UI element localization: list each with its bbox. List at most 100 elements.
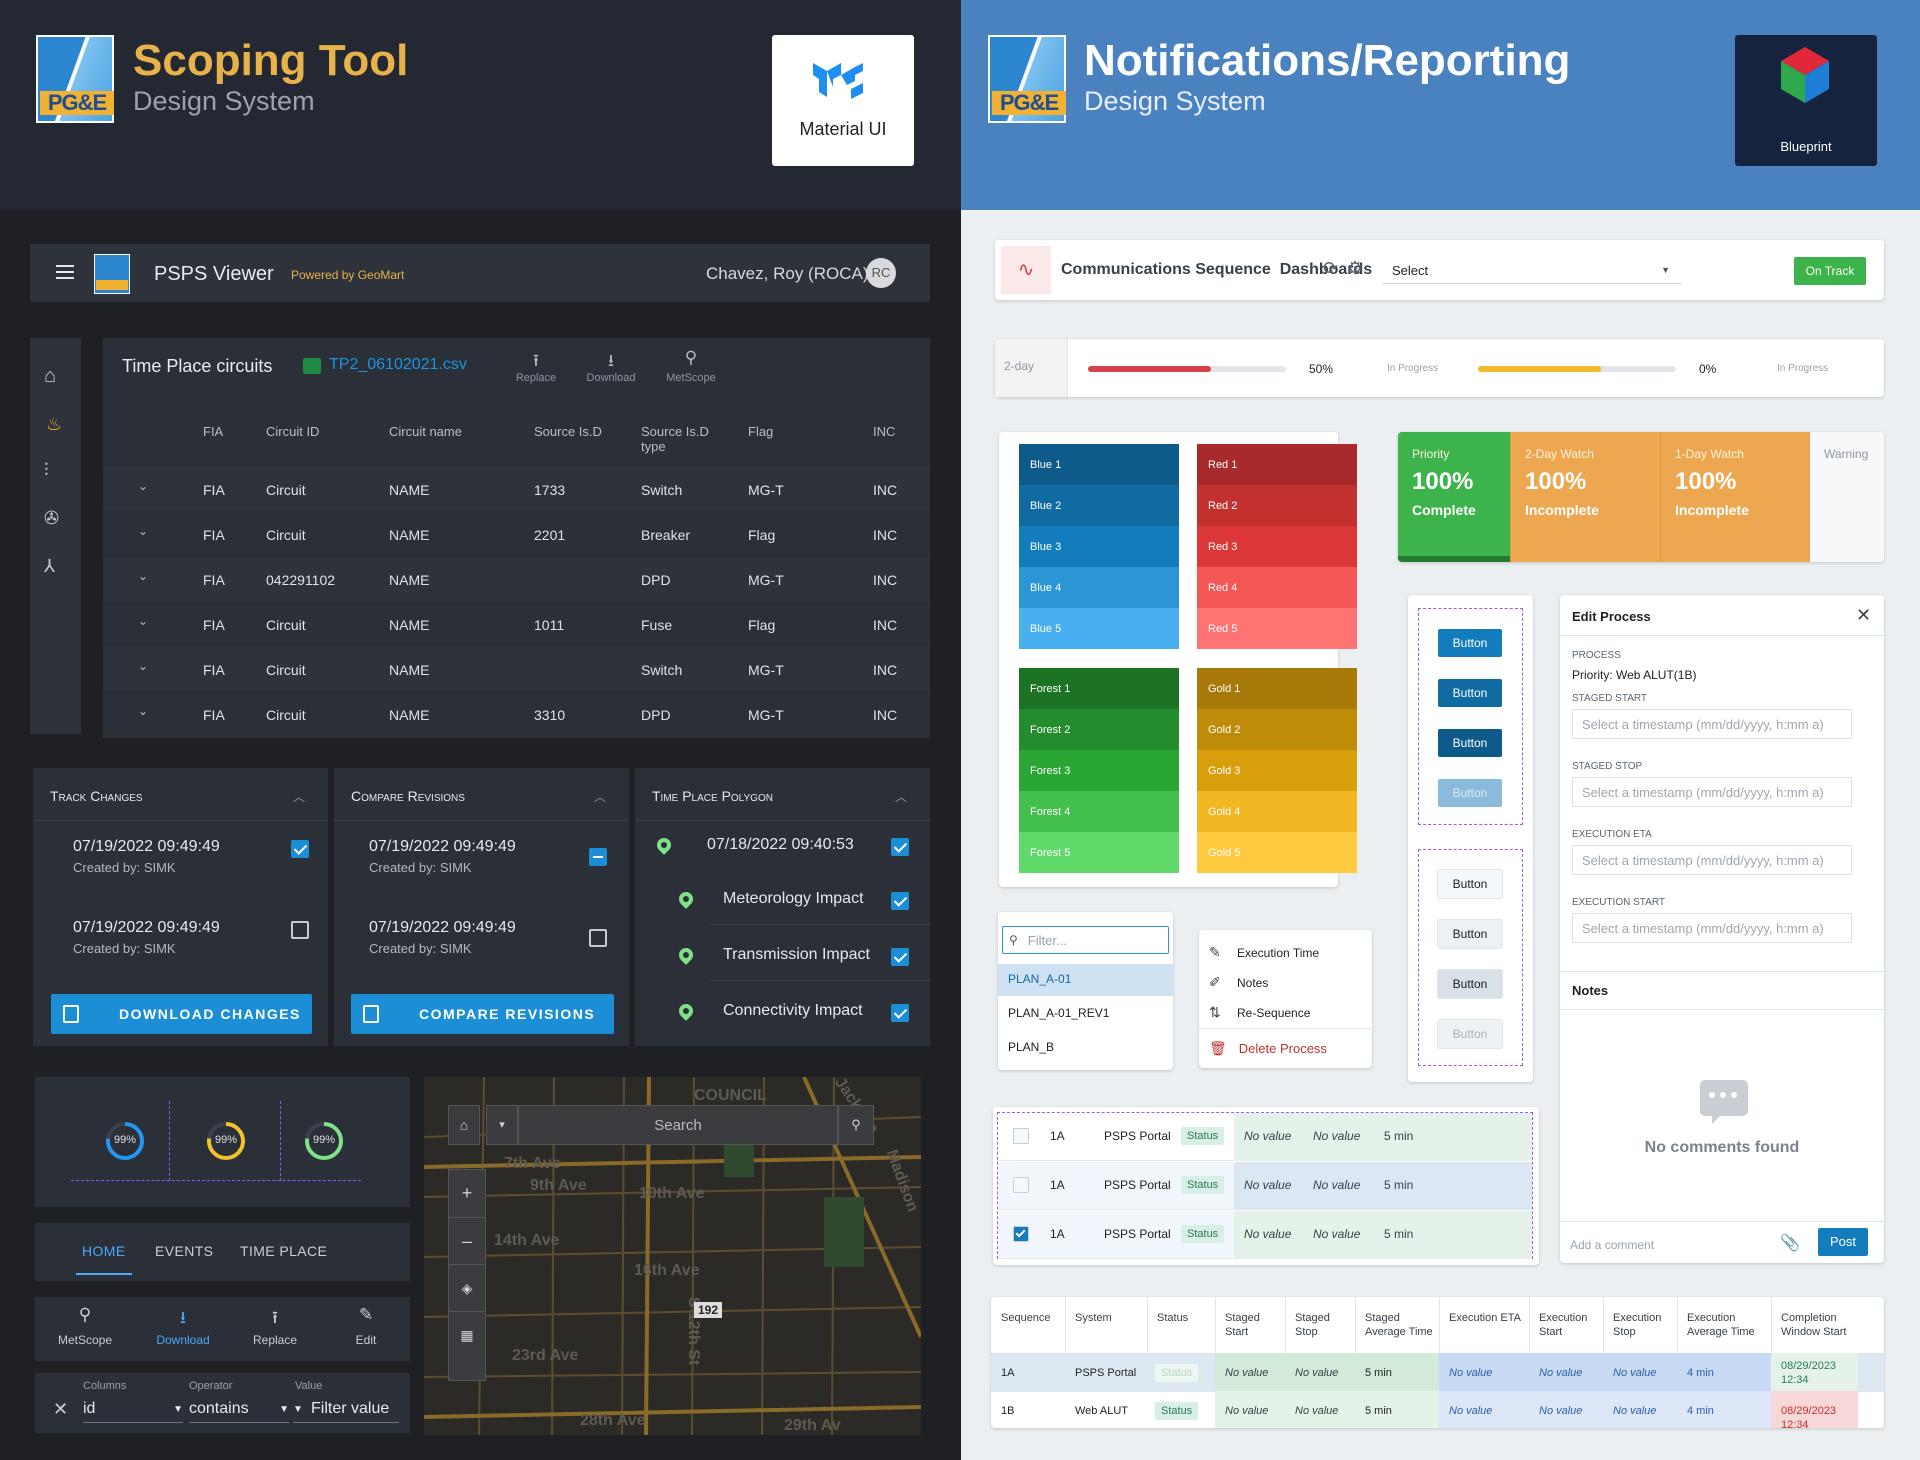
collapse-icon[interactable]: ︿: [594, 788, 606, 805]
gear-icon[interactable]: ⚙: [1347, 258, 1363, 279]
aperture-icon[interactable]: ✇: [44, 508, 59, 529]
item-checkbox[interactable]: [291, 921, 309, 939]
avatar[interactable]: RC: [866, 258, 896, 288]
action-menu-item[interactable]: ✎ Execution Time: [1209, 944, 1319, 961]
fire-icon[interactable]: ♨: [46, 414, 62, 435]
row-checkbox[interactable]: [1013, 1128, 1029, 1144]
collapse-icon[interactable]: ︿: [895, 788, 907, 805]
column-header[interactable]: Staged Start: [1225, 1311, 1281, 1339]
chevron-down-icon[interactable]: ⌄: [138, 524, 148, 538]
post-button[interactable]: Post: [1818, 1228, 1868, 1256]
edit-icon[interactable]: ✎: [336, 1305, 396, 1325]
sliders-icon[interactable]: ⫶: [44, 460, 49, 481]
compare-revisions-button[interactable]: COMPARE REVISIONS: [351, 994, 614, 1034]
column-header[interactable]: Status: [1157, 1311, 1211, 1325]
menu-icon[interactable]: [56, 265, 74, 279]
table-row[interactable]: 1A PSPS Portal Status No value No value 5 min: [998, 1211, 1532, 1259]
search-icon[interactable]: ⚲: [55, 1305, 115, 1325]
filter-input[interactable]: ⚲ Filter...: [1002, 926, 1169, 954]
table-row[interactable]: ⌄ FIA Circuit NAME 1733 Switch MG-T INC: [103, 467, 930, 511]
download-icon[interactable]: ⭳: [153, 1305, 213, 1334]
timestamp-input[interactable]: Select a timestamp (mm/dd/yyyy, h:mm a): [1572, 845, 1852, 875]
column-header[interactable]: Circuit name: [389, 424, 499, 439]
chevron-down-icon[interactable]: ⌄: [138, 704, 148, 718]
column-header[interactable]: System: [1075, 1311, 1143, 1325]
table-row[interactable]: ⌄ FIA Circuit NAME 1011 Fuse Flag INC: [103, 602, 930, 646]
tab-events[interactable]: EVENTS: [155, 1243, 213, 1259]
column-header[interactable]: Source Is.D type: [641, 424, 721, 454]
timestamp-input[interactable]: Select a timestamp (mm/dd/yyyy, h:mm a): [1572, 777, 1852, 807]
column-header[interactable]: Completion Window Start: [1781, 1311, 1854, 1339]
impact-checkbox[interactable]: [891, 892, 909, 910]
primary-button[interactable]: Button: [1438, 729, 1502, 757]
item-checkbox[interactable]: [589, 929, 607, 947]
table-row[interactable]: ⌄ FIA Circuit NAME Switch MG-T INC: [103, 647, 930, 691]
network-icon[interactable]: ⅄: [44, 556, 55, 577]
default-button[interactable]: Button: [1438, 870, 1502, 898]
paperclip-icon[interactable]: 📎: [1780, 1233, 1800, 1253]
select-dropdown[interactable]: Select ▼: [1382, 258, 1682, 284]
columns-select[interactable]: id ▼: [83, 1400, 183, 1423]
primary-button[interactable]: Button: [1438, 679, 1502, 707]
impact-checkbox[interactable]: [891, 948, 909, 966]
item-checkbox[interactable]: [291, 840, 309, 858]
file-link[interactable]: TP2_06102021.csv: [329, 356, 467, 374]
table-row[interactable]: ⌄ FIA Circuit NAME 3310 DPD MG-T INC: [103, 692, 930, 736]
value-input[interactable]: ▼ Filter value: [293, 1400, 399, 1423]
map-view[interactable]: 7th Ave 9th Ave 10th Ave 14th Ave 16th Ave 23…: [424, 1077, 921, 1435]
column-header[interactable]: Sequence: [1001, 1311, 1061, 1325]
chevron-down-icon[interactable]: ⌄: [138, 569, 148, 583]
basemap-icon[interactable]: ▦: [449, 1311, 485, 1358]
filter-menu-item[interactable]: PLAN_B: [998, 1032, 1173, 1064]
chevron-down-icon[interactable]: ⌄: [138, 479, 148, 493]
close-icon[interactable]: ✕: [1856, 605, 1871, 626]
default-button[interactable]: Button: [1438, 970, 1502, 998]
tab-time-place[interactable]: TIME PLACE: [240, 1243, 327, 1259]
default-button[interactable]: Button: [1438, 920, 1502, 948]
primary-button[interactable]: Button: [1438, 629, 1502, 657]
chevron-down-icon[interactable]: ⌄: [138, 614, 148, 628]
timestamp-input[interactable]: Select a timestamp (mm/dd/yyyy, h:mm a): [1572, 913, 1852, 943]
column-header[interactable]: Execution Average Time: [1687, 1311, 1767, 1339]
column-header[interactable]: Circuit ID: [266, 424, 376, 439]
table-row[interactable]: 1A PSPS Portal Status No value No value 5 min: [998, 1162, 1532, 1210]
home-icon[interactable]: ⌂: [448, 1105, 480, 1145]
close-icon[interactable]: ✕: [53, 1399, 68, 1420]
column-header[interactable]: Staged Average Time: [1365, 1311, 1435, 1339]
filter-menu-item[interactable]: PLAN_A-01: [998, 964, 1173, 996]
row-checkbox[interactable]: [1013, 1226, 1029, 1242]
layers-icon[interactable]: ◈: [449, 1264, 485, 1311]
action-menu-item[interactable]: ✐ Notes: [1209, 974, 1268, 991]
comment-input[interactable]: Add a comment: [1570, 1238, 1654, 1252]
zoom-in-icon[interactable]: +: [449, 1170, 485, 1217]
column-header[interactable]: Staged Stop: [1295, 1311, 1351, 1339]
table-row[interactable]: ⌄ FIA 042291102 NAME DPD MG-T INC: [103, 557, 930, 601]
upload-icon[interactable]: ⭱: [245, 1305, 305, 1334]
column-header[interactable]: Execution Stop: [1613, 1311, 1673, 1339]
refresh-icon[interactable]: ⟳: [1323, 258, 1338, 279]
row-checkbox[interactable]: [1013, 1177, 1029, 1193]
tab-home[interactable]: HOME: [76, 1243, 132, 1275]
chevron-down-icon[interactable]: ⌄: [138, 659, 148, 673]
polygon-checkbox[interactable]: [891, 838, 909, 856]
column-header[interactable]: Execution Start: [1539, 1311, 1599, 1339]
download-changes-button[interactable]: DOWNLOAD CHANGES: [51, 994, 312, 1034]
search-icon[interactable]: ⚲: [661, 348, 721, 368]
column-header[interactable]: INC: [873, 424, 961, 439]
collapse-icon[interactable]: ︿: [293, 788, 305, 805]
chevron-down-icon[interactable]: ▾: [486, 1105, 518, 1145]
delete-process-item[interactable]: 🗑 Delete Process: [1209, 1040, 1327, 1057]
timestamp-input[interactable]: Select a timestamp (mm/dd/yyyy, h:mm a): [1572, 709, 1852, 739]
map-search-input[interactable]: Search: [518, 1105, 838, 1145]
table-row[interactable]: ⌄ FIA Circuit NAME 2201 Breaker Flag INC: [103, 512, 930, 556]
search-icon[interactable]: ⚲: [838, 1105, 874, 1145]
operator-select[interactable]: contains ▼: [189, 1400, 289, 1423]
item-checkbox[interactable]: [589, 848, 607, 866]
home-icon[interactable]: ⌂: [44, 365, 56, 388]
action-menu-item[interactable]: ⇅ Re-Sequence: [1209, 1004, 1310, 1021]
column-header[interactable]: Flag: [748, 424, 858, 439]
column-header[interactable]: Execution ETA: [1449, 1311, 1525, 1325]
zoom-out-icon[interactable]: –: [449, 1217, 485, 1264]
column-header[interactable]: Source Is.D: [534, 424, 614, 439]
filter-menu-item[interactable]: PLAN_A-01_REV1: [998, 998, 1173, 1030]
